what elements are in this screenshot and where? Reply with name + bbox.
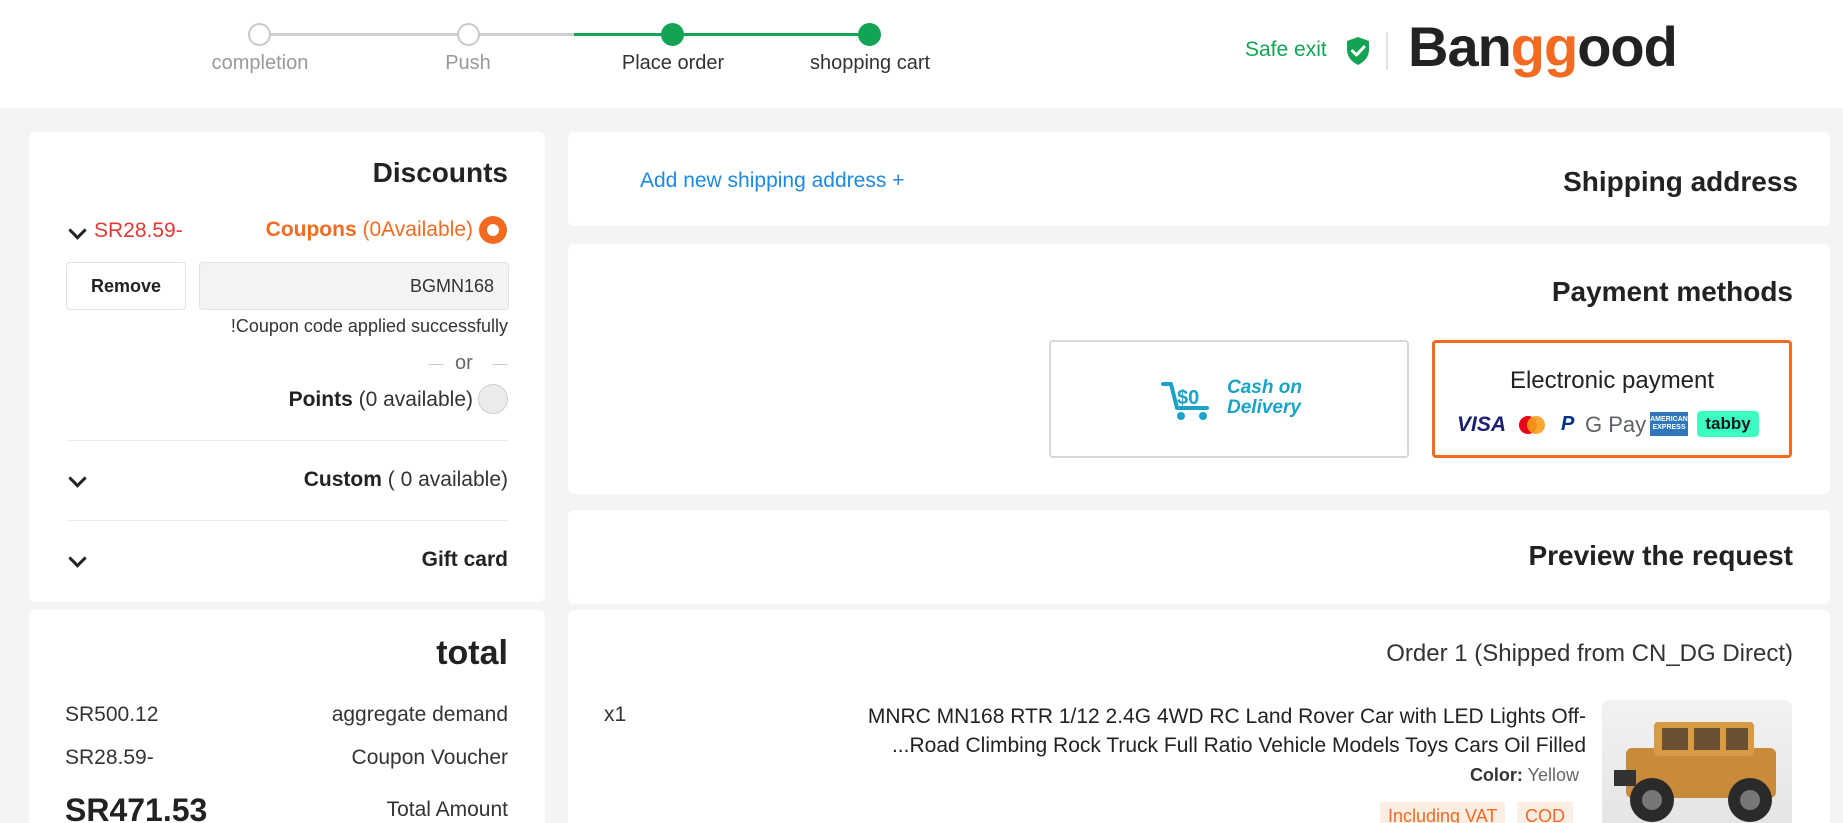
shipping-address-panel: Add new shipping address + Shipping addr… <box>568 132 1830 226</box>
chevron-down-icon[interactable] <box>68 469 87 488</box>
step-dot-place-order <box>661 23 684 46</box>
color-label: Color: <box>1469 765 1523 785</box>
coupons-toggle[interactable]: Coupons (0Available) <box>266 218 473 242</box>
product-title-link[interactable]: MNRC MN168 RTR 1/12 2.4G 4WD RC Land Rov… <box>868 702 1586 760</box>
custom-discount-row[interactable]: Custom ( 0 available) <box>304 468 508 492</box>
or-label: or <box>455 352 473 374</box>
payment-methods-panel: Payment methods $0 Cash on Delivery Elec… <box>568 244 1830 494</box>
preview-request-title: Preview the request <box>1528 540 1793 571</box>
step-label-place-order: Place order <box>621 52 725 74</box>
total-panel: total SR500.12 aggregate demand SR28.59-… <box>29 610 545 823</box>
coupon-voucher-label: Coupon Voucher <box>351 746 508 769</box>
svg-text:$0: $0 <box>1177 387 1199 409</box>
step-dot-push <box>457 23 480 46</box>
aggregate-demand-value: SR500.12 <box>65 703 159 726</box>
remove-coupon-button[interactable]: Remove <box>66 262 186 310</box>
cod-badge: COD <box>1517 802 1573 823</box>
chevron-down-icon[interactable] <box>68 549 87 568</box>
points-toggle[interactable]: Points (0 available) <box>289 388 473 412</box>
total-title: total <box>436 634 508 672</box>
payment-brand-logos: VISA P G Pay AMERICAN EXPRESS tabby <box>1457 411 1777 441</box>
visa-logo: VISA <box>1457 413 1507 436</box>
discounts-title: Discounts <box>372 157 508 188</box>
coupons-available: (0Available) <box>362 218 473 241</box>
mastercard-icon <box>1519 416 1545 434</box>
electronic-payment-label: Electronic payment <box>1509 367 1715 394</box>
cod-line-2: Delivery <box>1227 397 1301 418</box>
preview-request-panel: Preview the request <box>568 510 1830 604</box>
aggregate-demand-label: aggregate demand <box>331 703 508 726</box>
order-heading: Order 1 (Shipped from CN_DG Direct) <box>1386 640 1793 667</box>
google-pay-logo: G Pay <box>1585 412 1647 437</box>
coupons-label: Coupons <box>265 218 357 241</box>
product-color: Color: Yellow <box>1470 765 1579 786</box>
chevron-down-icon[interactable] <box>68 221 87 240</box>
coupon-voucher-value: SR28.59- <box>65 746 154 769</box>
checkout-header: completion Push Place order shopping car… <box>0 0 1843 108</box>
tabby-logo: tabby <box>1697 411 1759 437</box>
coupons-radio[interactable] <box>479 216 507 244</box>
points-label: Points <box>288 388 353 411</box>
cod-line-1: Cash on <box>1227 377 1302 398</box>
cod-text: Cash on Delivery <box>1227 378 1302 418</box>
step-dot-completion <box>248 23 271 46</box>
checkout-progress-steps: completion Push Place order shopping car… <box>0 0 1000 108</box>
discounts-panel: Discounts SR28.59- Coupons (0Available) … <box>29 132 545 602</box>
payment-methods-title: Payment methods <box>1551 276 1793 307</box>
gift-card-row[interactable]: Gift card <box>422 548 508 572</box>
amex-logo: AMERICAN EXPRESS <box>1650 412 1688 436</box>
shield-check-icon <box>1347 37 1369 65</box>
or-line <box>428 364 444 365</box>
cash-on-delivery-option[interactable]: $0 Cash on Delivery <box>1049 340 1409 458</box>
product-title-line-1: MNRC MN168 RTR 1/12 2.4G 4WD RC Land Rov… <box>867 705 1586 728</box>
rc-car-image <box>1614 722 1776 822</box>
step-dot-shopping-cart <box>858 23 881 46</box>
including-vat-badge: Including VAT <box>1380 802 1506 823</box>
cart-icon: $0 <box>1161 382 1209 420</box>
electronic-payment-option[interactable]: Electronic payment VISA P G Pay AMERICAN… <box>1432 340 1792 458</box>
or-divider: or <box>428 352 508 376</box>
points-radio[interactable] <box>478 384 508 414</box>
banggood-logo[interactable]: Banggood <box>1408 14 1678 79</box>
step-connector <box>470 33 574 36</box>
step-connector <box>574 33 674 36</box>
header-divider <box>1386 32 1388 70</box>
shipping-address-title: Shipping address <box>1563 166 1798 197</box>
order-panel: Order 1 (Shipped from CN_DG Direct) x1 M… <box>568 610 1830 823</box>
coupon-discount-amount: SR28.59- <box>94 219 183 242</box>
custom-label: Custom <box>303 468 382 491</box>
safe-exit-link[interactable]: Safe exit <box>1245 38 1327 62</box>
custom-available: ( 0 available) <box>387 468 508 491</box>
step-label-completion: completion <box>211 52 309 74</box>
points-available: (0 available) <box>358 388 473 411</box>
paypal-logo: P <box>1561 413 1575 435</box>
add-shipping-address-link[interactable]: Add new shipping address + <box>640 169 904 193</box>
step-connector <box>674 33 870 36</box>
coupon-success-message: !Coupon code applied successfully <box>230 316 508 336</box>
step-label-push: Push <box>445 52 491 74</box>
total-amount-value: SR471.53 <box>65 792 208 823</box>
product-title-line-2: ...Road Climbing Rock Truck Full Ratio V… <box>891 734 1586 757</box>
section-divider <box>66 440 509 441</box>
section-divider <box>66 520 509 521</box>
total-amount-label: Total Amount <box>386 798 508 821</box>
order-quantity: x1 <box>604 703 627 726</box>
step-label-shopping-cart: shopping cart <box>809 52 931 74</box>
step-connector <box>260 33 470 36</box>
product-thumbnail[interactable] <box>1602 700 1792 823</box>
coupon-code-input[interactable] <box>199 262 509 310</box>
or-line <box>492 364 508 365</box>
color-value: Yellow <box>1527 765 1579 785</box>
